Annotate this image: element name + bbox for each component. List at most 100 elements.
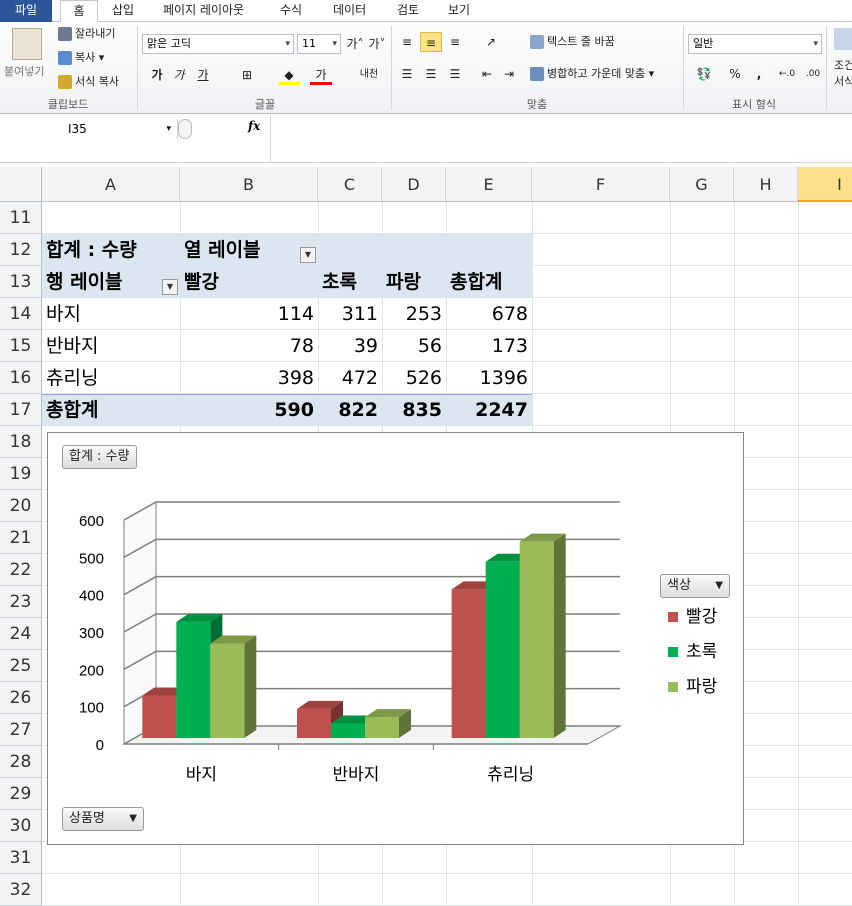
y-tick-label: 500 <box>79 550 104 567</box>
font-color-icon[interactable]: 가 <box>310 65 332 85</box>
border-icon[interactable]: ⊞ <box>236 65 258 85</box>
wrap-text-icon <box>530 35 544 49</box>
align-right-icon[interactable]: ☰ <box>444 64 466 84</box>
row-header-16[interactable]: 16 <box>0 362 42 394</box>
align-top-icon[interactable]: ≡ <box>396 32 418 52</box>
tab-page-layout[interactable]: 페이지 레이아웃 <box>163 0 244 22</box>
align-left-icon[interactable]: ☰ <box>396 64 418 84</box>
row-header-29[interactable]: 29 <box>0 778 42 810</box>
row-header-18[interactable]: 18 <box>0 426 42 458</box>
row-header-24[interactable]: 24 <box>0 618 42 650</box>
column-header-d[interactable]: D <box>382 167 446 202</box>
tab-formulas[interactable]: 수식 <box>280 0 302 22</box>
row-header-25[interactable]: 25 <box>0 650 42 682</box>
legend-field-button[interactable]: 색상 ▼ <box>660 574 730 598</box>
column-header-c[interactable]: C <box>318 167 382 202</box>
wrap-text-button[interactable]: 텍스트 줄 바꿈 <box>530 34 615 50</box>
divider <box>137 26 138 110</box>
row-header-15[interactable]: 15 <box>0 330 42 362</box>
shrink-font-button[interactable]: 가˅ <box>366 34 388 54</box>
row-header-27[interactable]: 27 <box>0 714 42 746</box>
row-header-31[interactable]: 31 <box>0 842 42 874</box>
font-size-select[interactable]: 11 <box>297 34 341 54</box>
paste-button[interactable]: 붙여넣기 <box>4 64 44 80</box>
brush-icon <box>58 75 72 89</box>
formula-bar-expand-icon[interactable] <box>178 119 192 139</box>
increase-indent-icon[interactable]: ⇥ <box>498 64 520 84</box>
copy-button[interactable]: 복사 ▾ <box>58 50 104 66</box>
column-header-a[interactable]: A <box>42 167 180 202</box>
row-header-12[interactable]: 12 <box>0 234 42 266</box>
formula-input[interactable] <box>272 117 850 161</box>
column-filter-dropdown-icon[interactable]: ▼ <box>300 247 316 263</box>
row-header-17[interactable]: 17 <box>0 394 42 426</box>
name-box[interactable]: I35 <box>0 119 178 139</box>
conditional-format-label[interactable]: 조건 <box>834 58 852 74</box>
group-label-number: 표시 형식 <box>732 98 776 111</box>
align-bottom-icon[interactable]: ≡ <box>444 32 466 52</box>
pivot-column-labels: 열 레이블 <box>184 239 261 261</box>
decrease-decimal-icon[interactable]: .00 <box>802 64 824 84</box>
column-header-f[interactable]: F <box>532 167 670 202</box>
row-header-28[interactable]: 28 <box>0 746 42 778</box>
decrease-indent-icon[interactable]: ⇤ <box>476 64 498 84</box>
fx-icon[interactable]: fx <box>248 119 260 133</box>
row-header-22[interactable]: 22 <box>0 554 42 586</box>
fill-color-icon[interactable]: ◆ <box>278 65 300 85</box>
row-header-11[interactable]: 11 <box>0 202 42 234</box>
tab-data[interactable]: 데이터 <box>333 0 366 22</box>
column-header-b[interactable]: B <box>180 167 318 202</box>
currency-icon[interactable]: 💱 <box>690 64 718 84</box>
font-name-select[interactable]: 맑은 고딕 <box>142 34 294 54</box>
orientation-icon[interactable]: ↗ <box>480 32 502 52</box>
tab-insert[interactable]: 삽입 <box>112 0 134 22</box>
row-header-21[interactable]: 21 <box>0 522 42 554</box>
row-header-20[interactable]: 20 <box>0 490 42 522</box>
axis-field-button[interactable]: 상품명 ▼ <box>62 807 144 831</box>
legend-swatch <box>668 682 678 692</box>
row-header-26[interactable]: 26 <box>0 682 42 714</box>
row-header-14[interactable]: 14 <box>0 298 42 330</box>
percent-button[interactable]: % <box>724 64 746 84</box>
column-header-h[interactable]: H <box>734 167 798 202</box>
column-header-g[interactable]: G <box>670 167 734 202</box>
number-format-select[interactable]: 일반 <box>688 34 822 54</box>
select-all-button[interactable] <box>0 167 42 202</box>
tab-view[interactable]: 보기 <box>448 0 470 22</box>
underline-button[interactable]: 가 <box>192 65 214 85</box>
conditional-format-icon[interactable] <box>834 28 852 50</box>
divider <box>270 115 271 163</box>
merge-center-button[interactable]: 병합하고 가운데 맞춤 ▾ <box>530 66 654 82</box>
row-header-23[interactable]: 23 <box>0 586 42 618</box>
comma-button[interactable]: , <box>748 64 770 84</box>
tab-review[interactable]: 검토 <box>397 0 419 22</box>
align-middle-icon[interactable]: ≡ <box>420 32 442 52</box>
column-header-i[interactable]: I <box>798 167 852 202</box>
row-filter-dropdown-icon[interactable]: ▼ <box>162 279 178 295</box>
y-tick-label: 300 <box>79 625 104 642</box>
tab-file[interactable]: 파일 <box>0 0 52 22</box>
increase-decimal-icon[interactable]: ←.0 <box>776 64 798 84</box>
gridline <box>798 202 799 904</box>
ribbon: 붙여넣기 잘라내기 복사 ▾ 서식 복사 클립보드 맑은 고딕 11 가˄ 가˅… <box>0 22 852 114</box>
pivot-cell: 114 <box>277 303 314 325</box>
cut-button[interactable]: 잘라내기 <box>58 26 115 42</box>
phonetic-icon[interactable]: 내천 <box>358 65 380 85</box>
format-painter-button[interactable]: 서식 복사 <box>58 74 119 90</box>
tab-home[interactable]: 홈 <box>60 0 98 23</box>
gridline <box>123 501 620 521</box>
row-header-32[interactable]: 32 <box>0 874 42 906</box>
column-header-e[interactable]: E <box>446 167 532 202</box>
italic-button[interactable]: 가 <box>168 65 190 85</box>
row-header-30[interactable]: 30 <box>0 810 42 842</box>
row-header-19[interactable]: 19 <box>0 458 42 490</box>
divider <box>826 26 827 110</box>
grow-font-button[interactable]: 가˄ <box>344 34 366 54</box>
row-header-13[interactable]: 13 <box>0 266 42 298</box>
paste-icon[interactable] <box>12 28 42 60</box>
pivot-chart[interactable]: 합계 : 수량 0 100 200 300 400 500 600 바지 반바지 츄리닝 색상 ▼ … <box>47 432 744 845</box>
bold-button[interactable]: 가 <box>146 65 168 85</box>
align-center-icon[interactable]: ☰ <box>420 64 442 84</box>
y-tick-label: 600 <box>79 513 104 530</box>
pivot-total-cell: 822 <box>338 399 378 421</box>
